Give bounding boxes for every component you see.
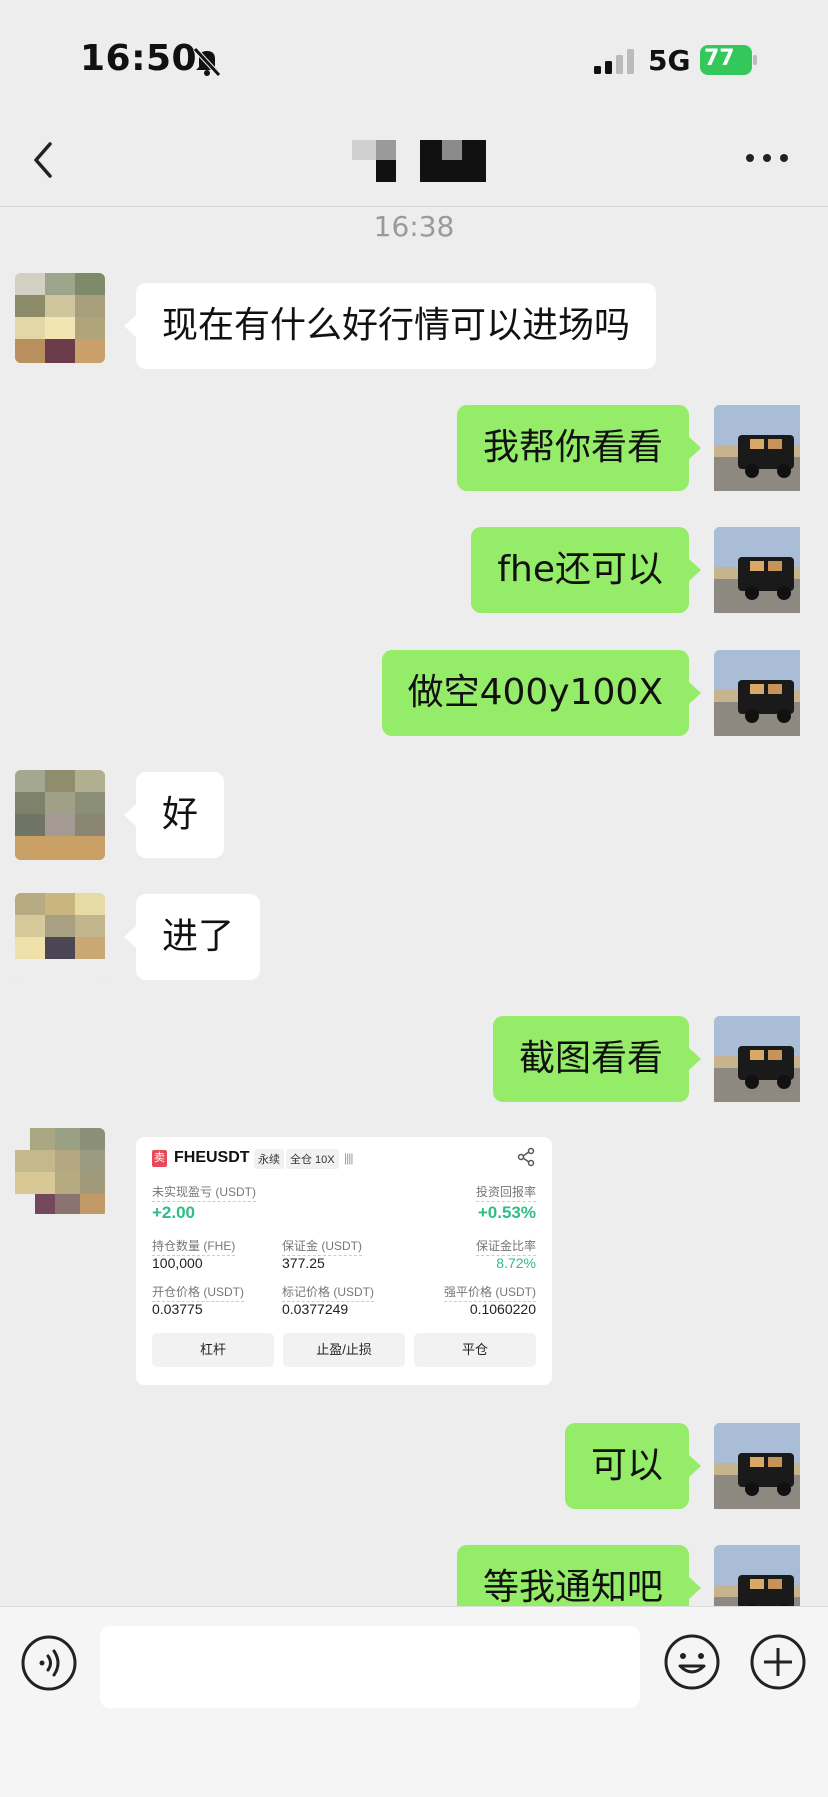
margin-value: 377.25	[282, 1255, 325, 1271]
entry-price-value: 0.03775	[152, 1301, 203, 1317]
message-input[interactable]	[100, 1626, 640, 1708]
chevron-left-icon	[34, 142, 52, 178]
message-bubble[interactable]: 现在有什么好行情可以进场吗	[123, 283, 657, 369]
my-avatar[interactable]	[714, 1016, 804, 1106]
contract-type-tag: 永续	[254, 1149, 284, 1169]
message-bubble[interactable]: fhe还可以	[471, 527, 701, 613]
position-label: 持仓数量 (FHE)	[152, 1237, 236, 1256]
liq-price-label: 强平价格 (USDT)	[444, 1283, 536, 1302]
margin-ratio-value: 8.72%	[496, 1255, 536, 1271]
position-value: 100,000	[152, 1255, 203, 1271]
more-functions-button[interactable]	[748, 1632, 808, 1692]
battery-icon: 77	[700, 45, 758, 75]
contact-avatar[interactable]	[15, 770, 105, 860]
contact-avatar[interactable]	[15, 893, 105, 983]
voice-button[interactable]	[20, 1634, 78, 1692]
message-bubble[interactable]: 我帮你看看	[456, 405, 702, 491]
status-time: 16:50	[80, 38, 198, 79]
signal-icon	[594, 48, 636, 76]
message-bubble[interactable]: 进了	[123, 894, 261, 980]
message-bubble[interactable]: 截图看看	[492, 1016, 702, 1102]
close-position-button[interactable]: 平仓	[414, 1333, 536, 1367]
contact-avatar[interactable]	[15, 273, 105, 363]
signal-bars: ||||	[344, 1151, 354, 1165]
network-label: 5G	[648, 44, 691, 77]
message-bubble[interactable]: 好	[123, 772, 225, 858]
nav-divider	[0, 206, 828, 207]
unrealized-pnl-label: 未实现盈亏 (USDT)	[152, 1183, 256, 1202]
emoji-button[interactable]	[662, 1632, 722, 1692]
more-button[interactable]	[744, 148, 790, 168]
liq-price-value: 0.1060220	[469, 1301, 536, 1317]
roi-value: +0.53%	[477, 1203, 536, 1222]
margin-mode-tag: 全仓 10X	[286, 1149, 339, 1169]
sell-badge: 卖	[152, 1150, 167, 1167]
emoji-icon	[664, 1634, 720, 1690]
my-avatar[interactable]	[714, 405, 804, 495]
roi-label: 投资回报率	[475, 1183, 536, 1202]
mark-price-label: 标记价格 (USDT)	[282, 1283, 374, 1302]
message-bubble[interactable]: 做空400y100X	[381, 650, 702, 736]
battery-level: 77	[704, 46, 735, 71]
my-avatar[interactable]	[714, 1423, 804, 1513]
entry-price-label: 开仓价格 (USDT)	[152, 1283, 244, 1302]
contact-avatar[interactable]	[15, 1128, 105, 1218]
tp-sl-button[interactable]: 止盈/止损	[283, 1333, 405, 1367]
voice-icon	[21, 1635, 77, 1691]
more-dots-icon	[746, 154, 788, 162]
chat-timestamp: 16:38	[373, 210, 455, 243]
chat-title-redacted	[350, 138, 490, 184]
my-avatar[interactable]	[714, 527, 804, 617]
message-bubble[interactable]: 可以	[564, 1423, 702, 1509]
leverage-button[interactable]: 杠杆	[152, 1333, 274, 1367]
plus-icon	[750, 1634, 806, 1690]
my-avatar[interactable]	[714, 650, 804, 740]
back-button[interactable]	[28, 140, 62, 180]
trade-symbol: FHEUSDT	[174, 1149, 250, 1166]
margin-ratio-label: 保证金比率	[475, 1237, 536, 1256]
bell-muted-icon	[190, 44, 224, 78]
share-icon[interactable]	[516, 1147, 536, 1167]
mark-price-value: 0.0377249	[282, 1301, 349, 1317]
trade-position-card[interactable]: 卖 FHEUSDT 永续 全仓 10X |||| 未实现盈亏 (USDT) +2…	[136, 1137, 552, 1385]
margin-label: 保证金 (USDT)	[282, 1237, 362, 1256]
unrealized-pnl-value: +2.00	[152, 1203, 196, 1222]
